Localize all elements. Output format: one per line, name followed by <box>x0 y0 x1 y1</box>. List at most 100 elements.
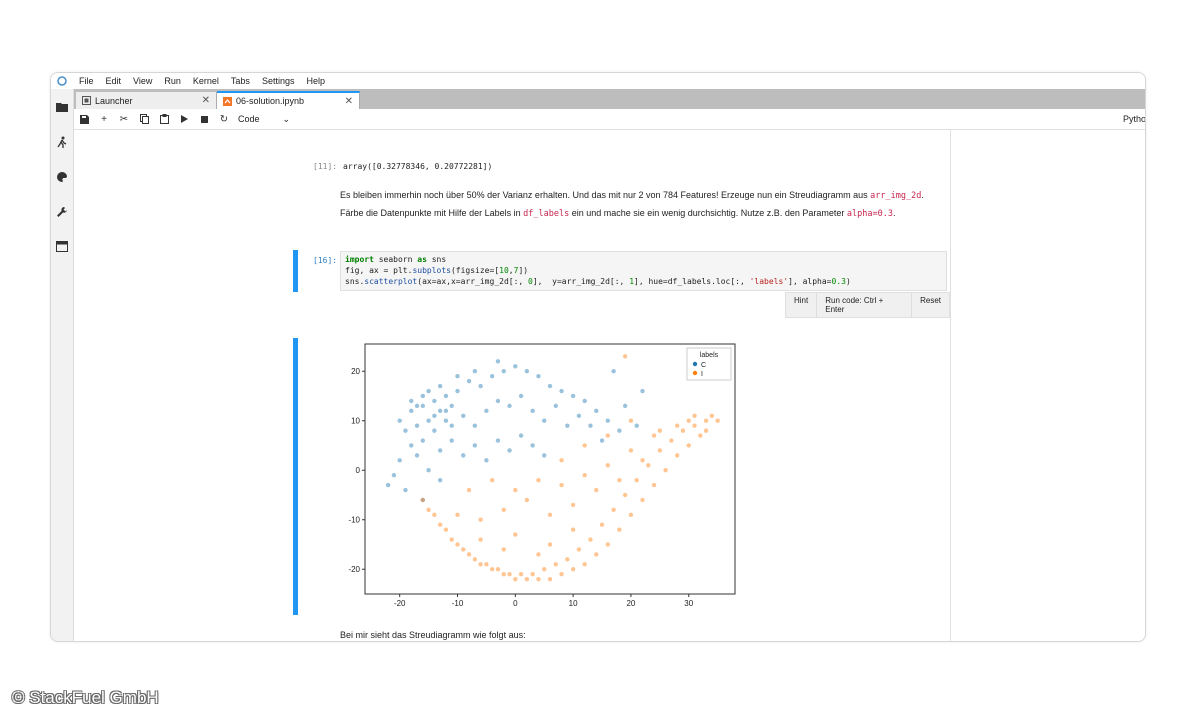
data-point-I <box>617 527 622 532</box>
data-point-C <box>426 418 431 423</box>
data-point-I <box>478 517 483 522</box>
menu-help[interactable]: Help <box>300 76 331 86</box>
data-point-I <box>657 448 663 453</box>
data-point-I <box>622 492 628 498</box>
kernel-name[interactable]: Python <box>1123 114 1145 124</box>
data-point-I <box>559 482 564 488</box>
run-code-button[interactable]: Run code: Ctrl + Enter <box>817 293 913 317</box>
data-point-I <box>426 507 431 513</box>
data-point-C <box>461 413 466 418</box>
tab-launcher[interactable]: Launcher ✕ <box>76 92 217 109</box>
md-text: . <box>892 208 896 218</box>
tabs-icon[interactable] <box>51 229 73 264</box>
data-point-I <box>582 472 587 478</box>
data-point-I <box>559 571 564 577</box>
tab-notebook[interactable]: 06-solution.ipynb ✕ <box>217 91 360 109</box>
scatter-chart: -20 -10 0 10 20 30 -20 -10 0 10 20 labels CI <box>348 343 736 608</box>
copyright-watermark: © StackFuel GmbH <box>12 688 159 707</box>
y-tick-label: 20 <box>351 367 360 376</box>
x-tick-label: 10 <box>569 599 578 608</box>
cell-type-value: Code <box>238 114 260 124</box>
data-point-I <box>605 463 611 468</box>
legend-label: C <box>701 362 706 369</box>
data-point-I <box>628 512 634 517</box>
code-editor[interactable]: import seaborn as sns fig, ax = plt.subp… <box>340 251 947 291</box>
menu-file[interactable]: File <box>73 76 100 86</box>
right-panel <box>950 130 1145 641</box>
chevron-down-icon: ⌄ <box>282 113 290 124</box>
menu-kernel[interactable]: Kernel <box>187 76 225 86</box>
inline-code: alpha=0.3 <box>846 209 893 219</box>
data-point-C <box>437 408 443 414</box>
menu-tabs[interactable]: Tabs <box>225 76 256 86</box>
notebook-panel: [11]: array([0.32778346, 0.20772281]) Es… <box>74 130 950 641</box>
data-point-C <box>403 428 408 433</box>
data-point-I <box>484 562 489 567</box>
data-point-C <box>507 448 512 453</box>
add-icon[interactable]: + <box>94 109 114 129</box>
copy-icon[interactable] <box>134 109 154 129</box>
data-point-C <box>443 393 449 399</box>
data-point-C <box>426 468 431 473</box>
legend-label: I <box>701 371 703 378</box>
save-icon[interactable] <box>74 109 94 129</box>
markdown-cell[interactable]: Es bleiben immerhin noch über 50% der Va… <box>340 187 925 223</box>
close-icon[interactable]: ✕ <box>202 95 210 106</box>
wrench-icon[interactable] <box>51 194 73 229</box>
data-point-C <box>455 388 460 394</box>
data-point-I <box>686 443 691 448</box>
hint-button[interactable]: Hint <box>786 293 818 317</box>
stop-icon[interactable] <box>194 109 214 129</box>
cell-type-select[interactable]: Code ⌄ <box>238 114 290 125</box>
data-point-I <box>518 571 524 577</box>
palette-icon[interactable] <box>51 159 73 194</box>
menu-run[interactable]: Run <box>158 76 187 86</box>
data-point-I <box>680 428 686 433</box>
markdown-cell[interactable]: Bei mir sieht das Streudiagramm wie folg… <box>340 627 526 641</box>
data-point-C <box>437 383 443 389</box>
data-point-C <box>484 408 489 414</box>
data-point-I <box>651 433 657 438</box>
data-point-I <box>461 547 466 552</box>
data-point-C <box>518 393 524 399</box>
output-prompt: [11]: <box>313 162 338 171</box>
data-point-C <box>449 403 454 409</box>
data-point-C <box>484 458 489 463</box>
data-point-I <box>530 571 535 577</box>
data-point-I <box>565 557 570 562</box>
folder-icon[interactable] <box>51 89 73 124</box>
data-point-I <box>507 571 512 577</box>
data-point-C <box>495 359 501 364</box>
data-point-I <box>594 552 599 557</box>
menu-edit[interactable]: Edit <box>100 76 128 86</box>
running-icon[interactable] <box>51 124 73 159</box>
data-point-I <box>669 438 674 443</box>
close-icon[interactable]: ✕ <box>345 96 353 107</box>
data-point-I <box>663 468 668 473</box>
cut-icon[interactable]: ✂ <box>114 109 134 129</box>
x-tick-label: -20 <box>394 599 406 608</box>
data-point-C <box>420 438 426 443</box>
data-point-C <box>518 433 524 438</box>
data-point-C <box>570 393 576 399</box>
data-point-I <box>524 576 530 582</box>
data-point-I <box>594 487 599 493</box>
data-point-I <box>472 557 478 562</box>
data-point-I <box>478 537 483 542</box>
data-point-C <box>443 418 449 423</box>
x-tick-label: 0 <box>513 599 518 608</box>
menu-view[interactable]: View <box>127 76 158 86</box>
data-point-I <box>524 497 530 503</box>
data-point-I <box>478 562 483 567</box>
data-point-I <box>547 542 553 547</box>
restart-icon[interactable]: ↻ <box>214 109 234 129</box>
data-point-I <box>536 477 541 483</box>
reset-button[interactable]: Reset <box>912 293 949 317</box>
legend-marker <box>692 370 698 376</box>
data-point-C <box>403 487 408 493</box>
data-point-I <box>570 527 576 532</box>
run-icon[interactable] <box>174 109 194 129</box>
data-point-I <box>513 532 518 537</box>
menu-settings[interactable]: Settings <box>256 76 301 86</box>
paste-icon[interactable] <box>154 109 174 129</box>
